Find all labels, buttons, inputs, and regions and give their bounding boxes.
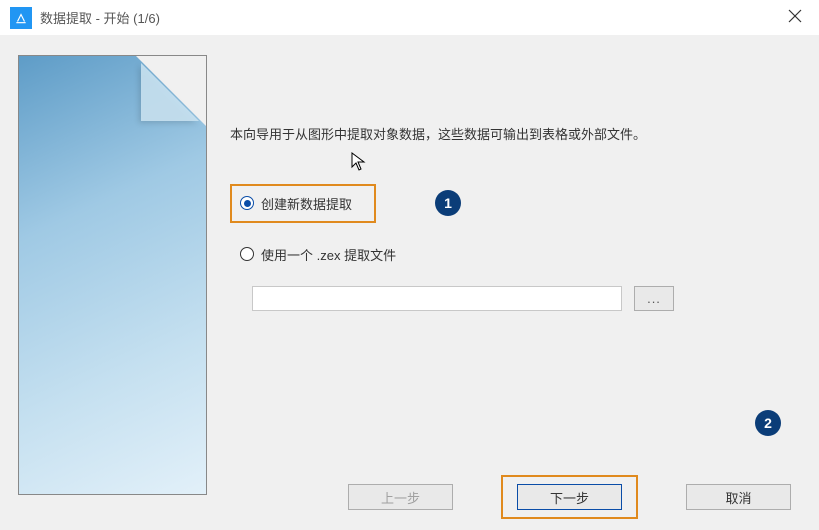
intro-text: 本向导用于从图形中提取对象数据，这些数据可输出到表格或外部文件。 <box>230 125 799 146</box>
close-icon[interactable] <box>785 6 805 26</box>
browse-button[interactable]: ... <box>634 286 674 311</box>
titlebar: 数据提取 - 开始 (1/6) <box>0 0 819 35</box>
callout-badge-1: 1 <box>435 190 461 216</box>
dialog-content: 本向导用于从图形中提取对象数据，这些数据可输出到表格或外部文件。 创建新数据提取… <box>0 35 819 530</box>
wizard-side-image <box>18 55 207 495</box>
file-row: ... <box>252 286 799 311</box>
prev-button: 上一步 <box>348 484 453 510</box>
main-area: 本向导用于从图形中提取对象数据，这些数据可输出到表格或外部文件。 创建新数据提取… <box>230 55 799 510</box>
app-icon <box>10 7 32 29</box>
highlight-box-1: 创建新数据提取 <box>230 184 376 223</box>
radio-group: 创建新数据提取 1 使用一个 .zex 提取文件 ... <box>230 184 799 311</box>
radio-use-file-label: 使用一个 .zex 提取文件 <box>261 245 396 264</box>
button-row: 上一步 下一步 取消 <box>230 484 799 510</box>
next-button[interactable]: 下一步 <box>517 484 622 510</box>
radio-row-use-file: 使用一个 .zex 提取文件 <box>240 245 799 264</box>
radio-use-file[interactable] <box>240 247 254 261</box>
radio-create-label: 创建新数据提取 <box>261 194 352 213</box>
file-path-input[interactable] <box>252 286 622 311</box>
highlight-box-2: 下一步 <box>501 475 638 519</box>
callout-badge-2: 2 <box>755 410 781 436</box>
radio-row-create: 创建新数据提取 1 <box>230 184 799 223</box>
cancel-button[interactable]: 取消 <box>686 484 791 510</box>
radio-create-new[interactable] <box>240 196 254 210</box>
window-title: 数据提取 - 开始 (1/6) <box>40 8 160 27</box>
cursor-icon <box>350 151 368 176</box>
